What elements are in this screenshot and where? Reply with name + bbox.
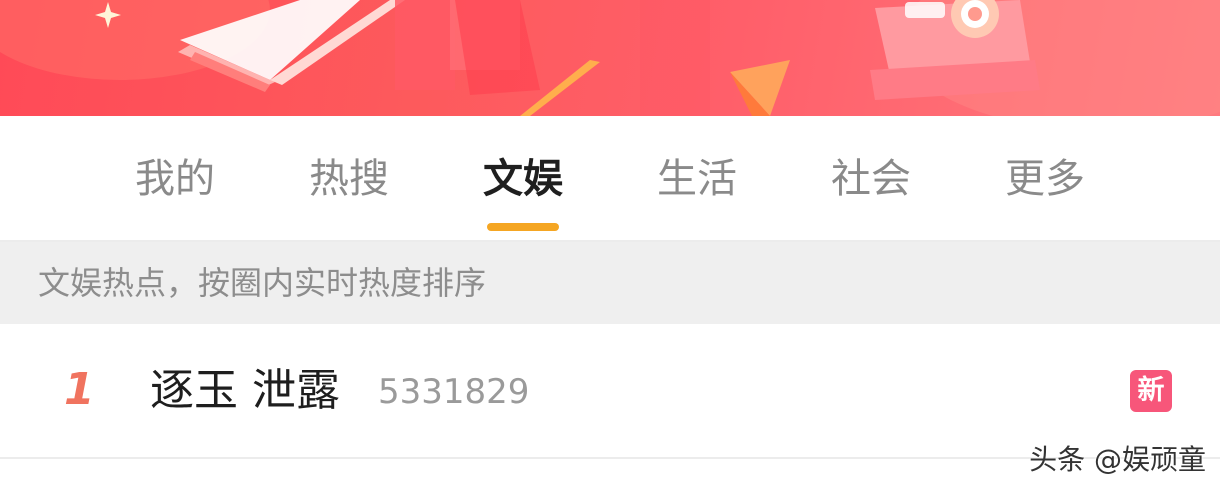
tab-entertainment[interactable]: 文娱 — [463, 154, 583, 204]
active-tab-indicator — [487, 223, 559, 231]
tab-mine[interactable]: 我的 — [115, 154, 235, 204]
rank-number: 1 — [64, 364, 95, 415]
banner — [0, 0, 1220, 116]
tab-life[interactable]: 生活 — [637, 154, 757, 204]
list-item[interactable]: 1 逐玉 泄露 5331829 新 — [0, 324, 1220, 459]
triangle-icon — [730, 60, 790, 116]
camera-icon — [870, 0, 1040, 100]
topic-title[interactable]: 逐玉 泄露 — [150, 364, 340, 418]
new-badge: 新 — [1130, 370, 1172, 412]
tab-bar: 我的 热搜 文娱 生活 社会 更多 — [0, 116, 1220, 242]
watermark: 头条 @娱顽童 — [1029, 443, 1206, 476]
category-description: 文娱热点，按圈内实时热度排序 — [0, 242, 1220, 324]
tab-hot-search[interactable]: 热搜 — [289, 154, 409, 204]
tab-society[interactable]: 社会 — [811, 154, 931, 204]
tab-more[interactable]: 更多 — [985, 154, 1105, 204]
banner-illustration — [0, 0, 1220, 116]
heat-count: 5331829 — [378, 372, 530, 412]
